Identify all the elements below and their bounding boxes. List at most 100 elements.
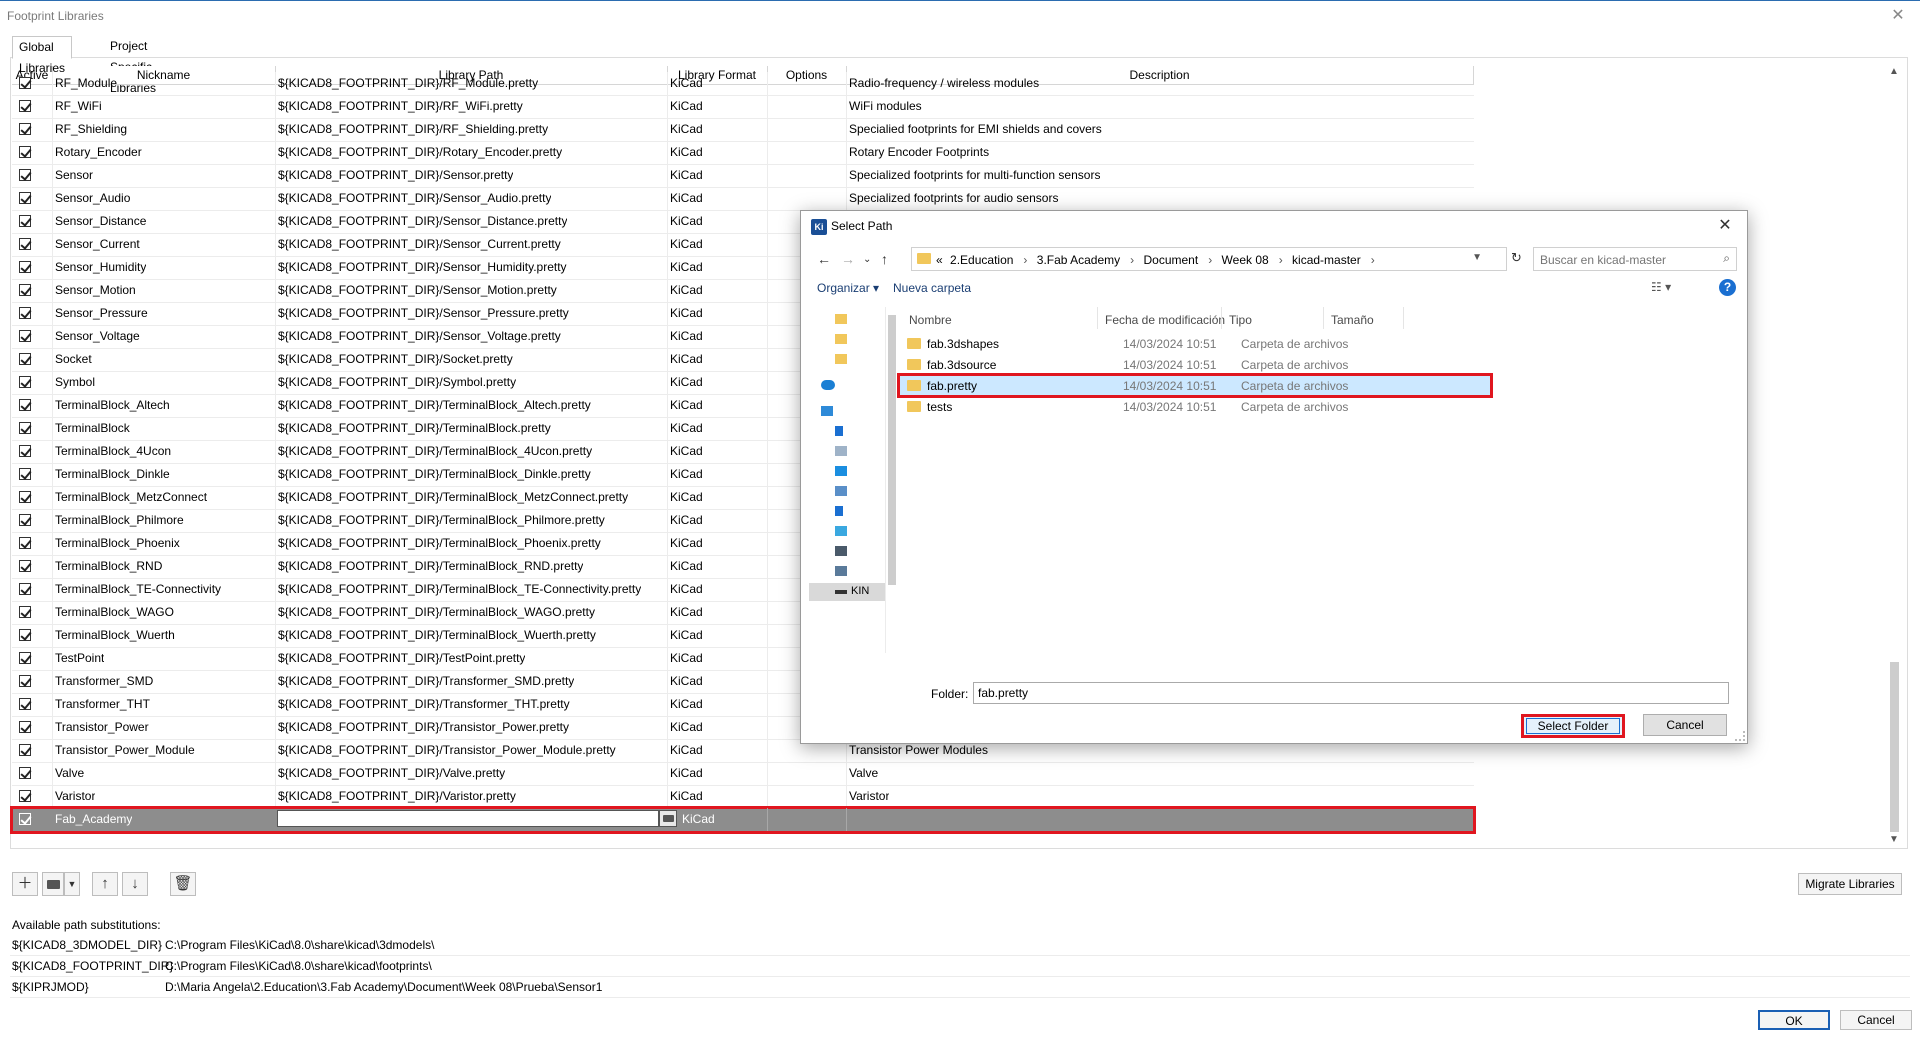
active-checkbox[interactable] <box>19 422 31 434</box>
new-folder-button[interactable]: Nueva carpeta <box>893 281 971 295</box>
active-checkbox[interactable] <box>19 100 31 112</box>
file-row[interactable]: fab.3dsource 14/03/2024 10:51 Carpeta de… <box>899 354 1491 375</box>
dialog-cancel-button[interactable]: Cancel <box>1643 714 1727 736</box>
nav-item[interactable] <box>835 333 875 347</box>
up-folder-arrow-icon[interactable]: ↑ <box>881 251 888 267</box>
folder-input[interactable] <box>973 682 1729 704</box>
active-checkbox[interactable] <box>19 675 31 687</box>
remove-library-button[interactable]: 🗑 <box>170 872 196 896</box>
nav-item[interactable] <box>835 313 875 327</box>
active-checkbox[interactable] <box>19 813 31 825</box>
active-checkbox[interactable] <box>19 790 31 802</box>
active-checkbox[interactable] <box>19 629 31 641</box>
nav-item[interactable] <box>835 353 875 367</box>
active-checkbox[interactable] <box>19 261 31 273</box>
organize-menu[interactable]: Organizar ▾ <box>817 281 879 295</box>
active-checkbox[interactable] <box>19 330 31 342</box>
file-row-selected[interactable]: fab.pretty 14/03/2024 10:51 Carpeta de a… <box>897 373 1493 398</box>
search-box[interactable]: ⌕ <box>1533 247 1737 271</box>
help-icon[interactable]: ? <box>1719 279 1736 296</box>
active-checkbox[interactable] <box>19 698 31 710</box>
cancel-button[interactable]: Cancel <box>1840 1010 1912 1030</box>
active-checkbox[interactable] <box>19 491 31 503</box>
breadcrumb-item[interactable]: 2.Education <box>950 253 1013 267</box>
active-checkbox[interactable] <box>19 514 31 526</box>
nav-item-objects3d[interactable] <box>835 525 875 539</box>
nav-item-selected-drive[interactable]: KIN <box>809 583 885 601</box>
scroll-down-icon[interactable]: ▼ <box>1889 834 1899 845</box>
active-checkbox[interactable] <box>19 169 31 181</box>
table-row-new-library[interactable]: Fab_Academy KiCad <box>10 806 1476 834</box>
breadcrumb-overflow[interactable]: « <box>936 253 943 267</box>
browse-folder-button[interactable] <box>659 810 677 827</box>
window-close-icon[interactable]: ✕ <box>1886 5 1910 27</box>
col-size-header[interactable]: Tamaño <box>1331 313 1374 327</box>
table-row[interactable]: RF_Shielding ${KICAD8_FOOTPRINT_DIR}/RF_S… <box>12 118 1474 142</box>
resize-grip-icon[interactable] <box>1735 731 1745 741</box>
recent-locations-icon[interactable]: ⌄ <box>863 254 871 265</box>
nav-item-documents[interactable] <box>835 445 875 459</box>
active-checkbox[interactable] <box>19 238 31 250</box>
table-row[interactable]: Sensor_Audio ${KICAD8_FOOTPRINT_DIR}/Sens… <box>12 187 1474 211</box>
nav-item-pictures[interactable] <box>835 485 875 499</box>
forward-arrow-icon[interactable]: → <box>841 251 855 267</box>
table-row[interactable]: Valve ${KICAD8_FOOTPRINT_DIR}/Valve.prett… <box>12 762 1474 786</box>
grid-vertical-scrollbar[interactable]: ▲ ▼ <box>1886 66 1902 846</box>
select-folder-button[interactable]: Select Folder <box>1521 714 1625 738</box>
active-checkbox[interactable] <box>19 744 31 756</box>
active-checkbox[interactable] <box>19 376 31 388</box>
scroll-up-icon[interactable]: ▲ <box>1889 66 1899 77</box>
search-icon[interactable]: ⌕ <box>1723 251 1730 266</box>
active-checkbox[interactable] <box>19 146 31 158</box>
breadcrumb-item[interactable]: kicad-master <box>1292 253 1361 267</box>
breadcrumb-item[interactable]: Week 08 <box>1222 253 1269 267</box>
search-input[interactable] <box>1538 251 1712 269</box>
refresh-icon[interactable]: ↻ <box>1511 250 1522 266</box>
active-checkbox[interactable] <box>19 284 31 296</box>
active-checkbox[interactable] <box>19 445 31 457</box>
back-arrow-icon[interactable]: ← <box>817 251 831 267</box>
active-checkbox[interactable] <box>19 215 31 227</box>
nav-pane-scrollbar[interactable] <box>887 307 897 653</box>
active-checkbox[interactable] <box>19 353 31 365</box>
add-existing-library-button[interactable] <box>42 872 64 896</box>
active-checkbox[interactable] <box>19 399 31 411</box>
col-name-header[interactable]: Nombre <box>909 313 952 327</box>
table-row[interactable]: RF_Module ${KICAD8_FOOTPRINT_DIR}/RF_Modu… <box>12 72 1474 96</box>
library-path-editor[interactable] <box>277 810 659 827</box>
address-bar[interactable]: « 2.Education › 3.Fab Academy › Document › … <box>911 247 1507 271</box>
nav-item-this-pc[interactable] <box>821 405 861 419</box>
scrollbar-thumb[interactable] <box>888 315 896 585</box>
active-checkbox[interactable] <box>19 468 31 480</box>
active-checkbox[interactable] <box>19 583 31 595</box>
dialog-close-icon[interactable]: ✕ <box>1713 215 1737 237</box>
view-options-icon[interactable]: ☷ ▾ <box>1651 280 1671 294</box>
nav-item-onedrive[interactable] <box>821 379 861 393</box>
scrollbar-thumb[interactable] <box>1890 662 1899 832</box>
nav-item-music[interactable] <box>835 505 875 519</box>
table-row[interactable]: Rotary_Encoder ${KICAD8_FOOTPRINT_DIR}/Ro… <box>12 141 1474 165</box>
active-checkbox[interactable] <box>19 560 31 572</box>
add-library-button[interactable]: ＋ <box>12 872 38 896</box>
active-checkbox[interactable] <box>19 123 31 135</box>
move-up-button[interactable]: ↑ <box>92 872 118 896</box>
active-checkbox[interactable] <box>19 307 31 319</box>
nav-item-desktop[interactable] <box>835 465 875 479</box>
add-library-dropdown[interactable]: ▼ <box>64 872 80 896</box>
table-row[interactable]: Sensor ${KICAD8_FOOTPRINT_DIR}/Sensor.pre… <box>12 164 1474 188</box>
breadcrumb-item[interactable]: 3.Fab Academy <box>1037 253 1120 267</box>
nav-item-videos[interactable] <box>835 545 875 559</box>
migrate-libraries-button[interactable]: Migrate Libraries <box>1798 873 1902 895</box>
active-checkbox[interactable] <box>19 192 31 204</box>
file-row[interactable]: tests 14/03/2024 10:51 Carpeta de archiv… <box>899 396 1491 417</box>
address-dropdown-icon[interactable]: ▼ <box>1472 252 1482 263</box>
tab-project-specific-libraries[interactable]: Project Specific Libraries <box>104 36 162 95</box>
file-row[interactable]: fab.3dshapes 14/03/2024 10:51 Carpeta de… <box>899 333 1491 354</box>
breadcrumb-item[interactable]: Document <box>1144 253 1199 267</box>
nav-item-downloads[interactable] <box>835 425 875 439</box>
active-checkbox[interactable] <box>19 606 31 618</box>
col-date-header[interactable]: Fecha de modificación <box>1105 313 1225 327</box>
table-row[interactable]: Varistor ${KICAD8_FOOTPRINT_DIR}/Varistor… <box>12 785 1474 809</box>
active-checkbox[interactable] <box>19 537 31 549</box>
table-row[interactable]: RF_WiFi ${KICAD8_FOOTPRINT_DIR}/RF_WiFi.p… <box>12 95 1474 119</box>
